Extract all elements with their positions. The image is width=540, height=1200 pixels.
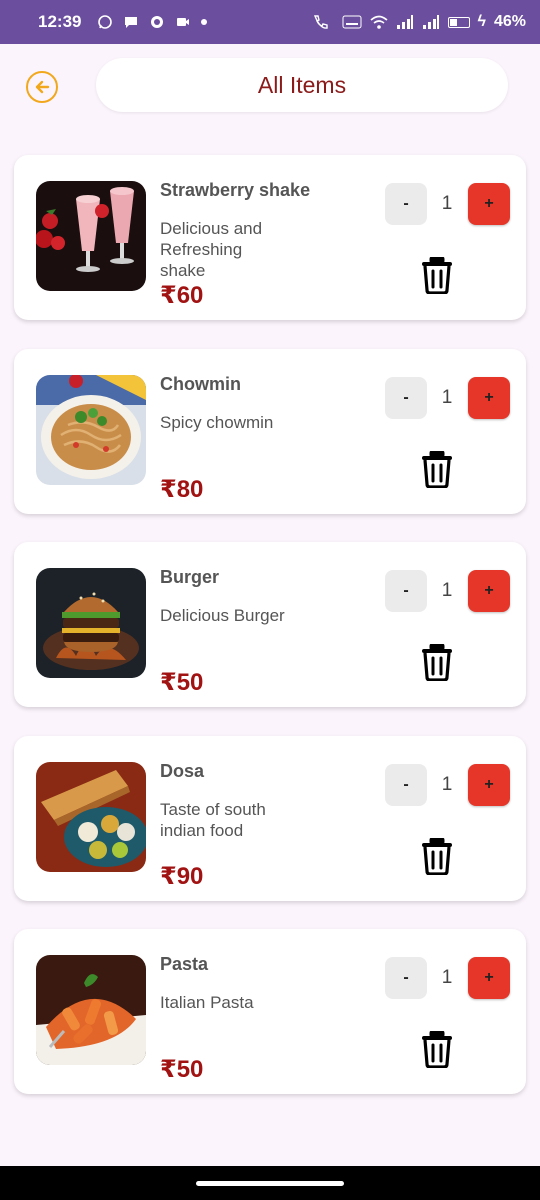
quantity-value: 1: [441, 774, 453, 795]
decrease-quantity-button[interactable]: -: [385, 764, 427, 806]
status-right: ϟ 46%: [312, 13, 526, 31]
item-price: ₹90: [160, 863, 204, 890]
call-icon: [313, 15, 328, 29]
item-price: ₹80: [160, 476, 204, 503]
strawberry-shake-image: [36, 181, 146, 291]
whatsapp-icon: [98, 15, 113, 29]
cart-item-card: Strawberry shake Delicious and Refreshin…: [14, 155, 526, 320]
volte-icon: [342, 15, 361, 29]
cart-item-card: Burger Delicious Burger ₹50 - 1 +: [14, 542, 526, 707]
signal-icon-2: [422, 15, 439, 29]
increase-quantity-button[interactable]: +: [468, 377, 510, 419]
page-title: All Items: [96, 58, 508, 112]
cart-item-card: Pasta Italian Pasta ₹50 - 1 +: [14, 929, 526, 1094]
increase-quantity-button[interactable]: +: [468, 570, 510, 612]
cart-item-card: Chowmin Spicy chowmin ₹80 - 1 +: [14, 349, 526, 514]
burger-image: [36, 568, 146, 678]
chowmin-image: [36, 375, 146, 485]
delete-item-button[interactable]: [418, 642, 456, 682]
delete-item-button[interactable]: [418, 836, 456, 876]
item-name: Strawberry shake: [160, 180, 311, 200]
status-time: 12:39: [38, 12, 82, 31]
item-price: ₹50: [160, 669, 204, 696]
item-description: Italian Pasta: [160, 993, 254, 1012]
back-arrow-icon: [35, 80, 50, 94]
battery-fill: [449, 18, 457, 26]
item-name: Dosa: [160, 761, 205, 781]
camera-icon: [177, 18, 190, 26]
status-bar: 12:39 ϟ 46%: [0, 0, 540, 44]
trash-icon: [420, 450, 454, 488]
item-name: Chowmin: [160, 374, 241, 394]
item-description: Delicious Burger: [160, 606, 285, 625]
item-description: Taste of south indian food: [160, 800, 266, 840]
increase-quantity-button[interactable]: +: [468, 764, 510, 806]
quantity-value: 1: [441, 967, 453, 988]
trash-icon: [420, 643, 454, 681]
signal-icon: [396, 15, 413, 29]
battery-percent: 46%: [493, 13, 526, 30]
trash-icon: [420, 837, 454, 875]
navigation-bar: [0, 1166, 540, 1200]
trash-icon: [420, 256, 454, 294]
cart-item-card: Dosa Taste of south indian food ₹90 - 1 …: [14, 736, 526, 901]
item-description: Spicy chowmin: [160, 413, 274, 432]
trash-icon: [420, 1030, 454, 1068]
notification-icons: [97, 14, 208, 30]
message-icon: [125, 17, 138, 28]
back-button[interactable]: [26, 71, 58, 103]
item-name: Pasta: [160, 954, 209, 974]
charging-icon: ϟ: [477, 13, 486, 30]
pasta-image: [36, 955, 146, 1065]
increase-quantity-button[interactable]: +: [468, 957, 510, 999]
item-description: Delicious and Refreshing shake: [160, 219, 263, 280]
decrease-quantity-button[interactable]: -: [385, 377, 427, 419]
chat-icon: [151, 16, 164, 28]
item-price: ₹50: [160, 1056, 204, 1083]
item-price: ₹60: [160, 282, 204, 309]
delete-item-button[interactable]: [418, 449, 456, 489]
dosa-image: [36, 762, 146, 872]
more-notifications-dot: [201, 19, 208, 25]
item-name: Burger: [160, 567, 220, 587]
delete-item-button[interactable]: [418, 1029, 456, 1069]
decrease-quantity-button[interactable]: -: [385, 183, 427, 225]
wifi-icon: [369, 15, 388, 29]
decrease-quantity-button[interactable]: -: [385, 957, 427, 999]
quantity-value: 1: [441, 387, 453, 408]
quantity-value: 1: [441, 193, 453, 214]
quantity-value: 1: [441, 580, 453, 601]
decrease-quantity-button[interactable]: -: [385, 570, 427, 612]
battery-icon: [447, 16, 470, 28]
home-gesture-handle[interactable]: [196, 1181, 344, 1186]
increase-quantity-button[interactable]: +: [468, 183, 510, 225]
delete-item-button[interactable]: [418, 255, 456, 295]
